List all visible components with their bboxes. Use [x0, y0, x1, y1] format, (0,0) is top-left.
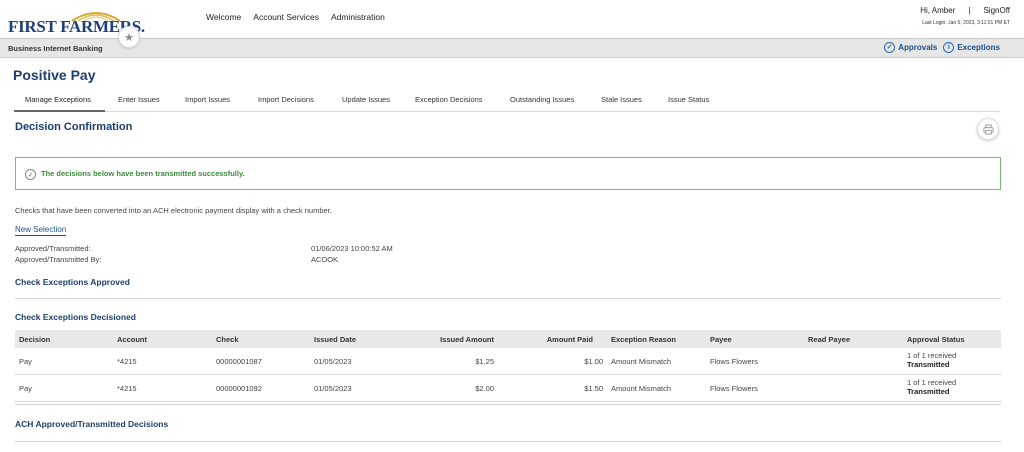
cell-decision: Pay — [19, 384, 32, 393]
cell-exception-reason: Amount Mismatch — [611, 357, 672, 366]
cell-payee: Flows Flowers — [710, 384, 758, 393]
nav-account-services[interactable]: Account Services — [253, 12, 319, 22]
col-issued-amount: Issued Amount — [440, 335, 494, 344]
main-nav: Welcome Account Services Administration — [206, 12, 385, 22]
cell-decision: Pay — [19, 357, 32, 366]
ach-info-text: Checks that have been converted into an … — [15, 206, 332, 215]
cell-account: *4215 — [117, 384, 137, 393]
approved-by-label: Approved/Transmitted By: — [15, 255, 102, 264]
cell-check: 00000001092 — [216, 384, 262, 393]
signoff-link[interactable]: SignOff — [983, 6, 1010, 15]
success-message: The decisions below have been transmitte… — [41, 169, 245, 178]
tab-import-decisions[interactable]: Import Decisions — [258, 95, 314, 104]
cell-approval-status: 1 of 1 received Transmitted — [907, 351, 956, 369]
approved-value: 01/06/2023 10:00:52 AM — [311, 244, 393, 253]
cell-issued-amount: $1.25 — [475, 357, 494, 366]
approved-by-value: ACOOK — [311, 255, 339, 264]
divider — [15, 441, 1001, 442]
sub-header-actions: ✓ Approvals i Exceptions — [884, 42, 1000, 53]
col-approval-status: Approval Status — [907, 335, 965, 344]
divider — [15, 298, 1001, 299]
tab-update-issues[interactable]: Update Issues — [342, 95, 390, 104]
print-icon — [982, 123, 994, 135]
table-row: Pay *4215 00000001087 01/05/2023 $1.25 $… — [15, 348, 1001, 375]
cell-approval-status: 1 of 1 received Transmitted — [907, 378, 956, 396]
print-button[interactable] — [977, 118, 999, 140]
cell-payee: Flows Flowers — [710, 357, 758, 366]
active-tab-indicator — [14, 110, 105, 112]
cell-issued-date: 01/05/2023 — [314, 384, 352, 393]
col-read-payee: Read Payee — [808, 335, 851, 344]
last-login: Last Login: Jan 5, 2023, 3:11:01 PM ET — [922, 20, 1010, 26]
cell-issued-amount: $2.00 — [475, 384, 494, 393]
first-farmers-logo[interactable]: FIRST FARMERS. — [8, 8, 145, 36]
status-received: 1 of 1 received — [907, 351, 957, 360]
cell-amount-paid: $1.50 — [584, 384, 603, 393]
col-check: Check — [216, 335, 239, 344]
cell-issued-date: 01/05/2023 — [314, 357, 352, 366]
favorite-star-button[interactable]: ★ — [118, 26, 140, 48]
status-transmitted: Transmitted — [907, 360, 950, 369]
exceptions-label: Exceptions — [957, 43, 1000, 52]
approved-label: Approved/Transmitted: — [15, 244, 91, 253]
page-title: Positive Pay — [13, 67, 96, 83]
col-issued-date: Issued Date — [314, 335, 357, 344]
tab-issue-status[interactable]: Issue Status — [668, 95, 709, 104]
table-header: Decision Account Check Issued Date Issue… — [15, 330, 1001, 348]
cell-amount-paid: $1.00 — [584, 357, 603, 366]
approvals-link[interactable]: ✓ Approvals — [884, 42, 937, 53]
col-amount-paid: Amount Paid — [546, 335, 593, 344]
status-received: 1 of 1 received — [907, 378, 957, 387]
nav-welcome[interactable]: Welcome — [206, 12, 241, 22]
cell-check: 00000001087 — [216, 357, 262, 366]
star-icon: ★ — [124, 31, 134, 44]
top-header: FIRST FARMERS. Welcome Account Services … — [0, 0, 1024, 38]
status-transmitted: Transmitted — [907, 387, 950, 396]
tab-exception-decisions[interactable]: Exception Decisions — [415, 95, 483, 104]
sub-header-bar: Business Internet Banking ✓ Approvals i … — [0, 38, 1024, 58]
check-exceptions-decisioned-heading: Check Exceptions Decisioned — [15, 312, 136, 322]
section-title: Decision Confirmation — [15, 121, 133, 133]
ach-decisions-heading: ACH Approved/Transmitted Decisions — [15, 419, 169, 429]
col-account: Account — [117, 335, 147, 344]
col-exception-reason: Exception Reason — [611, 335, 677, 344]
success-alert: ✓ The decisions below have been transmit… — [15, 157, 1001, 190]
cell-account: *4215 — [117, 357, 137, 366]
tab-enter-issues[interactable]: Enter Issues — [118, 95, 160, 104]
success-check-icon: ✓ — [25, 169, 36, 180]
check-exceptions-table: Decision Account Check Issued Date Issue… — [15, 330, 1001, 402]
tab-manage-exceptions[interactable]: Manage Exceptions — [25, 95, 91, 104]
approvals-label: Approvals — [898, 43, 938, 52]
approvals-check-icon: ✓ — [884, 42, 896, 53]
tab-import-issues[interactable]: Import Issues — [185, 95, 230, 104]
user-area: Hi, Amber | SignOff Last Login: Jan 5, 202… — [920, 6, 1010, 26]
table-row: Pay *4215 00000001092 01/05/2023 $2.00 $… — [15, 375, 1001, 402]
cell-exception-reason: Amount Mismatch — [611, 384, 672, 393]
tab-stale-issues[interactable]: Stale Issues — [601, 95, 642, 104]
exceptions-link[interactable]: i Exceptions — [943, 42, 1000, 53]
col-payee: Payee — [710, 335, 732, 344]
nav-administration[interactable]: Administration — [331, 12, 385, 22]
divider — [15, 404, 1001, 405]
col-decision: Decision — [19, 335, 51, 344]
new-selection-link[interactable]: New Selection — [15, 225, 67, 236]
exceptions-info-icon: i — [943, 42, 955, 53]
user-separator: | — [968, 6, 971, 15]
user-greeting: Hi, Amber — [920, 6, 956, 15]
tab-outstanding-issues[interactable]: Outstanding Issues — [510, 95, 574, 104]
tab-bar: Manage Exceptions Enter Issues Import Is… — [14, 89, 1000, 112]
check-exceptions-approved-heading: Check Exceptions Approved — [15, 277, 130, 287]
business-banking-title: Business Internet Banking — [8, 44, 103, 53]
